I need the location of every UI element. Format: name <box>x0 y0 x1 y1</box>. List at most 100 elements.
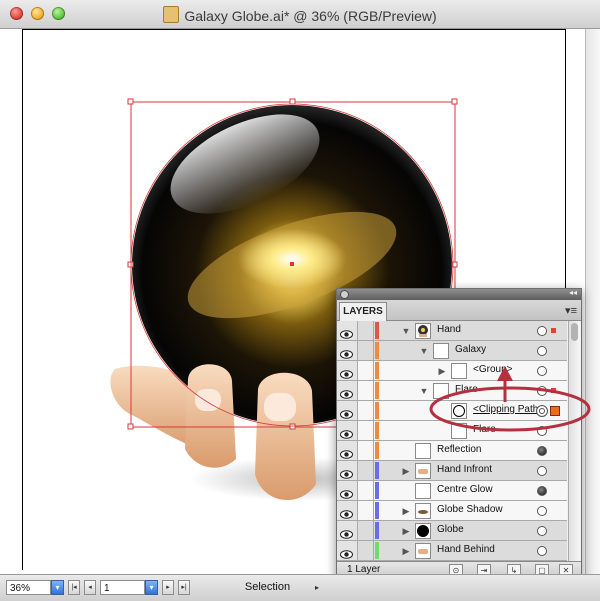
layer-name[interactable]: Globe Shadow <box>437 504 503 515</box>
visibility-toggle[interactable] <box>337 501 358 520</box>
previous-artboard-icon[interactable]: ◂ <box>84 580 96 595</box>
lock-toggle[interactable] <box>358 321 374 340</box>
panel-collapse-icon[interactable]: ◂◂ <box>569 288 577 297</box>
next-artboard-icon[interactable]: ▸ <box>162 580 174 595</box>
layer-name[interactable]: Hand <box>437 324 461 335</box>
visibility-toggle[interactable] <box>337 541 358 560</box>
layer-name[interactable]: Flare <box>473 424 496 435</box>
target-circle-icon[interactable] <box>537 546 547 556</box>
layer-row[interactable]: Reflection <box>337 441 567 461</box>
lock-toggle[interactable] <box>358 461 374 480</box>
layer-name[interactable]: Hand Infront <box>437 464 492 475</box>
layer-row[interactable]: ▶ <Group> <box>337 361 567 381</box>
collapse-triangle-icon[interactable]: ▼ <box>419 387 429 396</box>
layer-row[interactable]: ▼ Hand <box>337 321 567 341</box>
target-circle-icon[interactable] <box>536 405 548 417</box>
visibility-toggle[interactable] <box>337 441 358 460</box>
visibility-toggle[interactable] <box>337 401 358 420</box>
zoom-field[interactable]: 36% <box>6 580 51 595</box>
layer-row[interactable]: ▶ Hand Infront <box>337 461 567 481</box>
layer-row[interactable]: ▶ Globe Shadow <box>337 501 567 521</box>
current-tool-label[interactable]: Selection <box>230 580 305 595</box>
lock-toggle[interactable] <box>358 501 374 520</box>
expand-triangle-icon[interactable]: ▶ <box>401 547 411 556</box>
eye-icon <box>340 406 353 419</box>
target-circle-icon[interactable] <box>537 326 547 336</box>
layer-name[interactable]: Hand Behind <box>437 544 495 555</box>
expand-triangle-icon[interactable]: ▶ <box>437 367 447 376</box>
layer-name[interactable]: Globe <box>437 524 464 535</box>
visibility-toggle[interactable] <box>337 521 358 540</box>
lock-toggle[interactable] <box>358 481 374 500</box>
selection-handle[interactable] <box>289 423 296 430</box>
layer-color-swatch <box>375 402 379 419</box>
selection-indicator-icon[interactable] <box>551 388 556 393</box>
layer-row[interactable]: ▼ Flare <box>337 381 567 401</box>
visibility-toggle[interactable] <box>337 341 358 360</box>
layer-row[interactable]: ▶ Globe <box>337 521 567 541</box>
target-circle-icon[interactable] <box>537 386 547 396</box>
expand-triangle-icon[interactable]: ▶ <box>401 467 411 476</box>
layer-name[interactable]: <Clipping Path> <box>473 404 544 415</box>
layer-name[interactable]: Reflection <box>437 444 481 455</box>
visibility-toggle[interactable] <box>337 381 358 400</box>
zoom-dropdown-button[interactable]: ▾ <box>51 580 64 595</box>
selection-handle[interactable] <box>127 261 134 268</box>
layer-row[interactable]: Flare <box>337 421 567 441</box>
canvas-vertical-scrollbar[interactable] <box>585 29 600 574</box>
visibility-toggle[interactable] <box>337 321 358 340</box>
status-menu-arrow-icon[interactable]: ▸ <box>315 580 319 595</box>
lock-toggle[interactable] <box>358 541 374 560</box>
layer-color-swatch <box>375 422 379 439</box>
layer-row[interactable]: ▼ Galaxy <box>337 341 567 361</box>
lock-toggle[interactable] <box>358 381 374 400</box>
lock-toggle[interactable] <box>358 521 374 540</box>
lock-toggle[interactable] <box>358 441 374 460</box>
tab-layers[interactable]: LAYERS <box>339 302 387 321</box>
layer-thumbnail <box>415 543 431 559</box>
lock-toggle[interactable] <box>358 421 374 440</box>
selection-handle[interactable] <box>289 98 296 105</box>
eye-icon <box>340 446 353 459</box>
layer-name[interactable]: <Group> <box>473 364 512 375</box>
layer-name[interactable]: Centre Glow <box>437 484 493 495</box>
layer-name[interactable]: Galaxy <box>455 344 486 355</box>
layer-thumbnail <box>451 363 467 379</box>
target-circle-icon[interactable] <box>537 486 547 496</box>
selection-handle[interactable] <box>127 423 134 430</box>
layer-row[interactable]: ▶ Hand Behind <box>337 541 567 561</box>
target-circle-icon[interactable] <box>537 426 547 436</box>
artboard-number-field[interactable]: 1 <box>100 580 145 595</box>
layer-name[interactable]: Flare <box>455 384 478 395</box>
visibility-toggle[interactable] <box>337 461 358 480</box>
target-circle-icon[interactable] <box>537 366 547 376</box>
artboard-dropdown-button[interactable]: ▾ <box>145 580 158 595</box>
layer-row[interactable]: <Clipping Path> <box>337 401 567 421</box>
first-artboard-icon[interactable]: |◂ <box>68 580 80 595</box>
target-circle-icon[interactable] <box>537 346 547 356</box>
target-circle-icon[interactable] <box>537 446 547 456</box>
target-circle-icon[interactable] <box>537 466 547 476</box>
panel-close-icon[interactable] <box>340 290 349 299</box>
expand-triangle-icon[interactable]: ▶ <box>401 507 411 516</box>
lock-toggle[interactable] <box>358 361 374 380</box>
scroll-thumb[interactable] <box>571 323 578 341</box>
selection-indicator-icon[interactable] <box>551 328 556 333</box>
layer-row[interactable]: Centre Glow <box>337 481 567 501</box>
visibility-toggle[interactable] <box>337 421 358 440</box>
selection-indicator-icon[interactable] <box>550 406 560 416</box>
visibility-toggle[interactable] <box>337 481 358 500</box>
expand-triangle-icon[interactable]: ▶ <box>401 527 411 536</box>
collapse-triangle-icon[interactable]: ▼ <box>401 327 411 336</box>
selection-handle[interactable] <box>127 98 134 105</box>
last-artboard-icon[interactable]: ▸| <box>178 580 190 595</box>
target-circle-icon[interactable] <box>537 526 547 536</box>
lock-toggle[interactable] <box>358 341 374 360</box>
lock-toggle[interactable] <box>358 401 374 420</box>
selection-handle[interactable] <box>451 98 458 105</box>
visibility-toggle[interactable] <box>337 361 358 380</box>
target-circle-icon[interactable] <box>537 506 547 516</box>
collapse-triangle-icon[interactable]: ▼ <box>419 347 429 356</box>
layers-scrollbar[interactable] <box>568 321 580 561</box>
panel-menu-icon[interactable]: ▾≡ <box>565 304 577 317</box>
